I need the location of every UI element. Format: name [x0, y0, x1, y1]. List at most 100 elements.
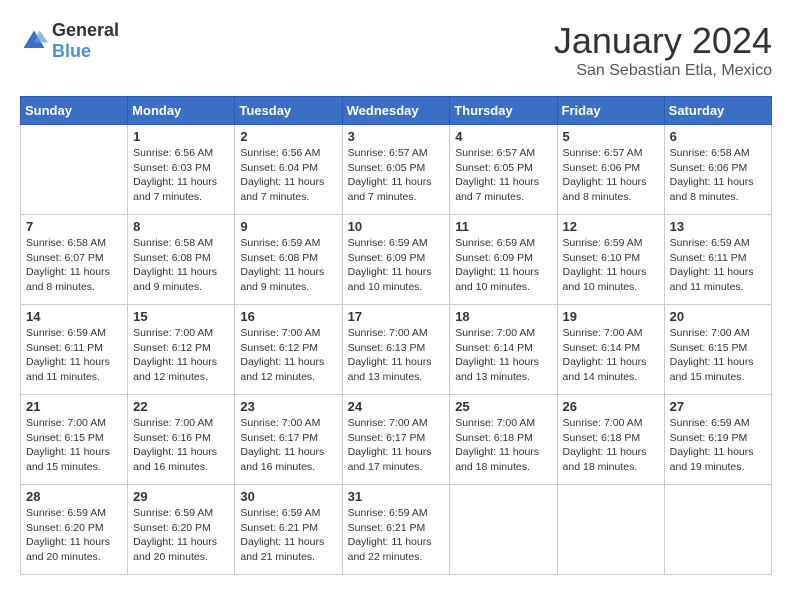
calendar-cell: 11 Sunrise: 6:59 AMSunset: 6:09 PMDayligh…: [450, 215, 557, 305]
day-number: 9: [240, 219, 336, 234]
calendar-cell: 20 Sunrise: 7:00 AMSunset: 6:15 PMDayligh…: [664, 305, 771, 395]
day-number: 30: [240, 489, 336, 504]
day-detail: Sunrise: 7:00 AMSunset: 6:15 PMDaylight:…: [26, 416, 122, 475]
day-detail: Sunrise: 6:59 AMSunset: 6:20 PMDaylight:…: [26, 506, 122, 565]
day-number: 15: [133, 309, 229, 324]
calendar-cell: 3 Sunrise: 6:57 AMSunset: 6:05 PMDaylight…: [342, 125, 450, 215]
calendar-cell: 21Sunrise: 7:00 AMSunset: 6:15 PMDayligh…: [21, 395, 128, 485]
calendar-cell: 13Sunrise: 6:59 AMSunset: 6:11 PMDayligh…: [664, 215, 771, 305]
day-number: 11: [455, 219, 551, 234]
calendar-cell: 15 Sunrise: 7:00 AMSunset: 6:12 PMDayligh…: [128, 305, 235, 395]
day-number: 7: [26, 219, 122, 234]
day-number: 12: [563, 219, 659, 234]
calendar-cell: 25 Sunrise: 7:00 AMSunset: 6:18 PMDayligh…: [450, 395, 557, 485]
day-detail: Sunrise: 7:00 AMSunset: 6:17 PMDaylight:…: [348, 416, 445, 475]
calendar-cell: [450, 485, 557, 575]
day-number: 22: [133, 399, 229, 414]
day-detail: Sunrise: 7:00 AMSunset: 6:18 PMDaylight:…: [563, 416, 659, 475]
calendar-week-row: 21Sunrise: 7:00 AMSunset: 6:15 PMDayligh…: [21, 395, 772, 485]
day-detail: Sunrise: 7:00 AMSunset: 6:12 PMDaylight:…: [133, 326, 229, 385]
day-detail: Sunrise: 7:00 AMSunset: 6:16 PMDaylight:…: [133, 416, 229, 475]
logo-text-blue: Blue: [52, 41, 91, 61]
day-number: 31: [348, 489, 445, 504]
day-detail: Sunrise: 7:00 AMSunset: 6:15 PMDaylight:…: [670, 326, 766, 385]
calendar-cell: 27Sunrise: 6:59 AMSunset: 6:19 PMDayligh…: [664, 395, 771, 485]
calendar-cell: 29 Sunrise: 6:59 AMSunset: 6:20 PMDayligh…: [128, 485, 235, 575]
day-detail: Sunrise: 6:56 AMSunset: 6:03 PMDaylight:…: [133, 146, 229, 205]
calendar-week-row: 28 Sunrise: 6:59 AMSunset: 6:20 PMDayligh…: [21, 485, 772, 575]
logo-text-general: General: [52, 20, 119, 40]
day-number: 18: [455, 309, 551, 324]
calendar-week-row: 1 Sunrise: 6:56 AMSunset: 6:03 PMDaylight…: [21, 125, 772, 215]
calendar-cell: 6 Sunrise: 6:58 AMSunset: 6:06 PMDaylight…: [664, 125, 771, 215]
day-number: 23: [240, 399, 336, 414]
calendar-cell: 17 Sunrise: 7:00 AMSunset: 6:13 PMDayligh…: [342, 305, 450, 395]
day-detail: Sunrise: 6:59 AMSunset: 6:21 PMDaylight:…: [348, 506, 445, 565]
day-detail: Sunrise: 6:56 AMSunset: 6:04 PMDaylight:…: [240, 146, 336, 205]
day-detail: Sunrise: 6:59 AMSunset: 6:09 PMDaylight:…: [348, 236, 445, 295]
logo-icon: [20, 27, 48, 55]
day-detail: Sunrise: 7:00 AMSunset: 6:14 PMDaylight:…: [455, 326, 551, 385]
calendar-cell: 12 Sunrise: 6:59 AMSunset: 6:10 PMDayligh…: [557, 215, 664, 305]
header-monday: Monday: [128, 97, 235, 125]
day-detail: Sunrise: 6:57 AMSunset: 6:06 PMDaylight:…: [563, 146, 659, 205]
day-detail: Sunrise: 7:00 AMSunset: 6:12 PMDaylight:…: [240, 326, 336, 385]
day-detail: Sunrise: 6:59 AMSunset: 6:20 PMDaylight:…: [133, 506, 229, 565]
calendar-cell: [664, 485, 771, 575]
logo: General Blue: [20, 20, 119, 62]
day-number: 29: [133, 489, 229, 504]
day-detail: Sunrise: 6:58 AMSunset: 6:08 PMDaylight:…: [133, 236, 229, 295]
calendar-header-row: SundayMondayTuesdayWednesdayThursdayFrid…: [21, 97, 772, 125]
calendar-week-row: 14Sunrise: 6:59 AMSunset: 6:11 PMDayligh…: [21, 305, 772, 395]
header-thursday: Thursday: [450, 97, 557, 125]
day-detail: Sunrise: 6:59 AMSunset: 6:11 PMDaylight:…: [670, 236, 766, 295]
main-title: January 2024: [554, 20, 772, 62]
day-number: 14: [26, 309, 122, 324]
header-friday: Friday: [557, 97, 664, 125]
day-detail: Sunrise: 7:00 AMSunset: 6:14 PMDaylight:…: [563, 326, 659, 385]
day-detail: Sunrise: 6:57 AMSunset: 6:05 PMDaylight:…: [348, 146, 445, 205]
calendar-cell: 10 Sunrise: 6:59 AMSunset: 6:09 PMDayligh…: [342, 215, 450, 305]
calendar-cell: [21, 125, 128, 215]
day-detail: Sunrise: 6:59 AMSunset: 6:09 PMDaylight:…: [455, 236, 551, 295]
day-number: 3: [348, 129, 445, 144]
day-number: 17: [348, 309, 445, 324]
calendar-cell: 19 Sunrise: 7:00 AMSunset: 6:14 PMDayligh…: [557, 305, 664, 395]
header-saturday: Saturday: [664, 97, 771, 125]
day-detail: Sunrise: 7:00 AMSunset: 6:17 PMDaylight:…: [240, 416, 336, 475]
calendar-cell: [557, 485, 664, 575]
calendar-cell: 24 Sunrise: 7:00 AMSunset: 6:17 PMDayligh…: [342, 395, 450, 485]
day-number: 25: [455, 399, 551, 414]
title-area: January 2024 San Sebastian Etla, Mexico: [554, 20, 772, 80]
calendar-cell: 1 Sunrise: 6:56 AMSunset: 6:03 PMDaylight…: [128, 125, 235, 215]
calendar-table: SundayMondayTuesdayWednesdayThursdayFrid…: [20, 96, 772, 575]
calendar-cell: 30 Sunrise: 6:59 AMSunset: 6:21 PMDayligh…: [235, 485, 342, 575]
calendar-cell: 4Sunrise: 6:57 AMSunset: 6:05 PMDaylight…: [450, 125, 557, 215]
day-detail: Sunrise: 6:59 AMSunset: 6:21 PMDaylight:…: [240, 506, 336, 565]
day-number: 10: [348, 219, 445, 234]
day-number: 26: [563, 399, 659, 414]
calendar-cell: 2Sunrise: 6:56 AMSunset: 6:04 PMDaylight…: [235, 125, 342, 215]
day-number: 16: [240, 309, 336, 324]
subtitle: San Sebastian Etla, Mexico: [554, 62, 772, 80]
day-number: 28: [26, 489, 122, 504]
day-detail: Sunrise: 7:00 AMSunset: 6:18 PMDaylight:…: [455, 416, 551, 475]
day-number: 1: [133, 129, 229, 144]
calendar-cell: 16 Sunrise: 7:00 AMSunset: 6:12 PMDayligh…: [235, 305, 342, 395]
day-detail: Sunrise: 6:59 AMSunset: 6:08 PMDaylight:…: [240, 236, 336, 295]
calendar-cell: 31 Sunrise: 6:59 AMSunset: 6:21 PMDayligh…: [342, 485, 450, 575]
day-number: 24: [348, 399, 445, 414]
day-detail: Sunrise: 7:00 AMSunset: 6:13 PMDaylight:…: [348, 326, 445, 385]
day-number: 6: [670, 129, 766, 144]
day-number: 8: [133, 219, 229, 234]
calendar-cell: 9 Sunrise: 6:59 AMSunset: 6:08 PMDaylight…: [235, 215, 342, 305]
day-number: 19: [563, 309, 659, 324]
day-detail: Sunrise: 6:58 AMSunset: 6:07 PMDaylight:…: [26, 236, 122, 295]
day-number: 20: [670, 309, 766, 324]
day-detail: Sunrise: 6:59 AMSunset: 6:10 PMDaylight:…: [563, 236, 659, 295]
calendar-week-row: 7 Sunrise: 6:58 AMSunset: 6:07 PMDaylight…: [21, 215, 772, 305]
calendar-cell: 7 Sunrise: 6:58 AMSunset: 6:07 PMDaylight…: [21, 215, 128, 305]
day-detail: Sunrise: 6:58 AMSunset: 6:06 PMDaylight:…: [670, 146, 766, 205]
header-sunday: Sunday: [21, 97, 128, 125]
day-number: 27: [670, 399, 766, 414]
